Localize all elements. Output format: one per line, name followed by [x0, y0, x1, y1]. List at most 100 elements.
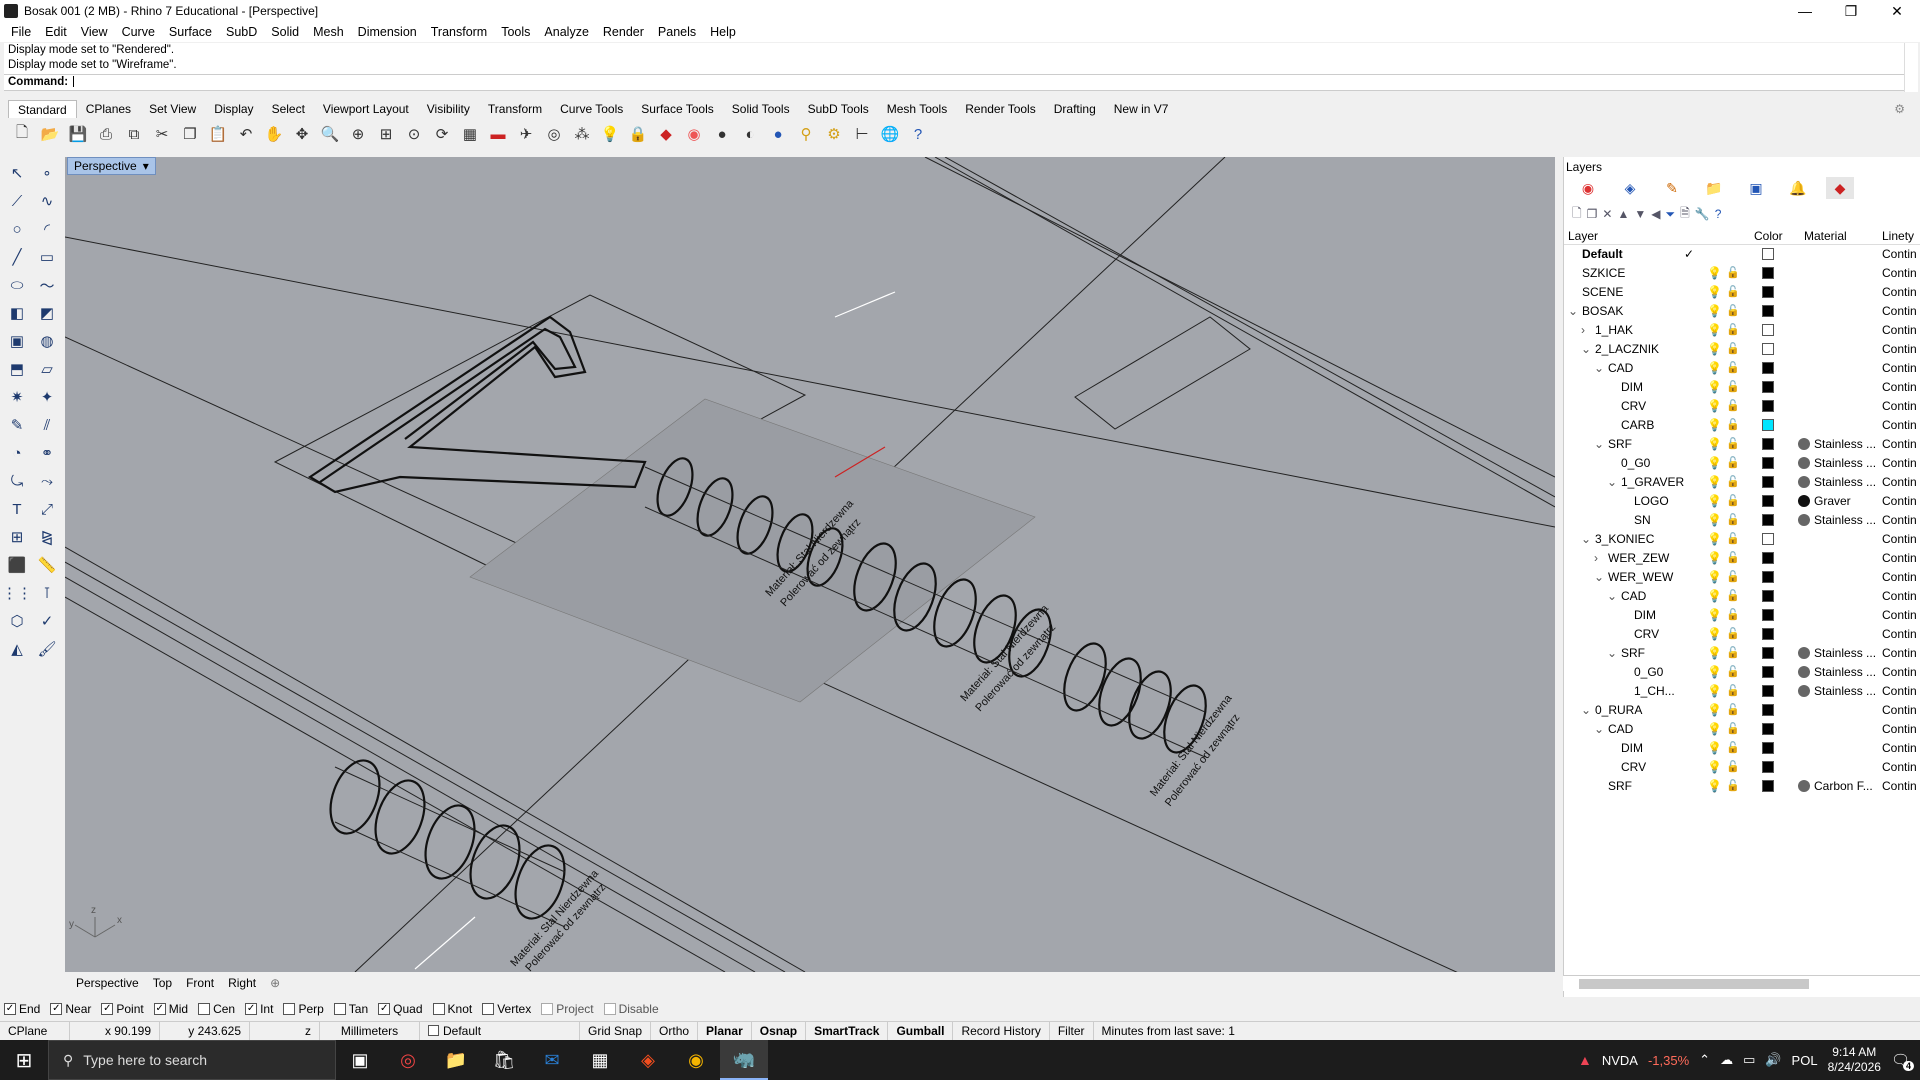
layer-linetype[interactable]: Contin — [1882, 323, 1917, 337]
layer-linetype[interactable]: Contin — [1882, 741, 1917, 755]
move-parent-icon[interactable]: ◀ — [1651, 207, 1660, 221]
chevron-right-icon[interactable]: › — [1581, 323, 1585, 337]
ellipse-icon[interactable]: ⬭ — [4, 272, 30, 298]
layer-row[interactable]: CRV 💡 🔓 Contin — [1564, 397, 1920, 416]
layer-linetype[interactable]: Contin — [1882, 456, 1917, 470]
layer-name[interactable]: 0_G0 — [1634, 665, 1663, 679]
layer-material[interactable]: Stainless ... — [1798, 475, 1878, 489]
store-icon[interactable]: 🛍 — [480, 1040, 528, 1080]
layer-material[interactable]: Carbon F... — [1798, 779, 1878, 793]
cplane-icon[interactable]: ◎ — [542, 122, 566, 146]
tab-drafting[interactable]: Drafting — [1045, 100, 1105, 118]
boolean-union-icon[interactable]: ✦ — [34, 384, 60, 410]
clock[interactable]: 9:14 AM 8/24/2026 — [1828, 1045, 1881, 1075]
tab-surface-tools[interactable]: Surface Tools — [632, 100, 723, 118]
menu-file[interactable]: File — [4, 25, 38, 39]
menu-tools[interactable]: Tools — [494, 25, 537, 39]
render-sphere-icon[interactable]: ● — [710, 122, 734, 146]
menu-view[interactable]: View — [74, 25, 115, 39]
layer-name[interactable]: SRF — [1608, 437, 1632, 451]
help-icon[interactable]: ? — [906, 122, 930, 146]
tab-standard[interactable]: Standard — [8, 100, 77, 118]
notification-icon[interactable]: 🗨 4 — [1891, 1051, 1914, 1071]
layer-name[interactable]: SN — [1634, 513, 1651, 527]
layer-material[interactable]: Graver — [1798, 494, 1878, 508]
layer-color-swatch[interactable] — [1762, 723, 1774, 735]
lock-icon[interactable]: 🔓 — [1726, 304, 1740, 317]
calculator-icon[interactable]: ▦ — [576, 1040, 624, 1080]
lock-icon[interactable]: 🔓 — [1726, 570, 1740, 583]
display-tab-icon[interactable]: ▣ — [1742, 177, 1770, 199]
command-history[interactable]: Display mode set to "Rendered". Display … — [4, 43, 1904, 74]
paste-icon[interactable]: 📋 — [206, 122, 230, 146]
chevron-down-icon[interactable]: ⌄ — [1581, 703, 1591, 717]
tab-select[interactable]: Select — [263, 100, 314, 118]
chevron-down-icon[interactable]: ⌄ — [1581, 532, 1591, 546]
language-indicator[interactable]: POL — [1792, 1053, 1818, 1068]
layer-color-swatch[interactable] — [1762, 286, 1774, 298]
checkbox[interactable] — [198, 1003, 211, 1015]
surface-icon[interactable]: ◧ — [4, 300, 30, 326]
mirror-icon[interactable]: ⧎ — [34, 524, 60, 550]
layer-icon[interactable]: ◆ — [654, 122, 678, 146]
zoom-icon[interactable]: 🔍 — [318, 122, 342, 146]
layer-name[interactable]: DIM — [1621, 741, 1643, 755]
new-layer-icon[interactable]: 🗋 — [1572, 204, 1582, 225]
material-sphere-icon[interactable]: ● — [766, 122, 790, 146]
menu-edit[interactable]: Edit — [38, 25, 74, 39]
units[interactable]: Millimeters — [320, 1021, 420, 1040]
layer-row[interactable]: 0_G0 💡 🔓 Stainless ... Contin — [1564, 663, 1920, 682]
checkbox[interactable] — [283, 1003, 296, 1015]
network-icon[interactable]: ▭ — [1743, 1052, 1755, 1068]
plane-surface-icon[interactable]: ▱ — [34, 356, 60, 382]
viewport-layout-icon[interactable]: ▦ — [458, 122, 482, 146]
layer-name[interactable]: CARB — [1621, 418, 1654, 432]
layer-color-swatch[interactable] — [1762, 780, 1774, 792]
layer-row[interactable]: SZKICE 💡 🔓 Contin — [1564, 264, 1920, 283]
chevron-right-icon[interactable]: › — [1594, 551, 1598, 565]
chevron-down-icon[interactable]: ▾ — [143, 158, 149, 174]
layer-row[interactable]: › 1_HAK 💡 🔓 Contin — [1564, 321, 1920, 340]
filter-icon[interactable]: ⏷ — [1666, 207, 1676, 222]
tab-curve-tools[interactable]: Curve Tools — [551, 100, 632, 118]
layer-linetype[interactable]: Contin — [1882, 266, 1917, 280]
lock-icon[interactable]: 🔓 — [1726, 532, 1740, 545]
layer-name[interactable]: LOGO — [1634, 494, 1669, 508]
layer-linetype[interactable]: Contin — [1882, 399, 1917, 413]
layer-color-swatch[interactable] — [1762, 381, 1774, 393]
tab-viewport-layout[interactable]: Viewport Layout — [314, 100, 418, 118]
move-down-icon[interactable]: ▼ — [1634, 207, 1646, 221]
car-icon[interactable]: ▬ — [486, 122, 510, 146]
layer-row[interactable]: ⌄ CAD 💡 🔓 Contin — [1564, 720, 1920, 739]
gear-icon[interactable]: ⚙ — [1885, 100, 1914, 118]
light-bulb-icon[interactable]: 💡 — [1707, 399, 1722, 413]
command-line[interactable]: Command: — [4, 74, 1904, 91]
layer-material[interactable]: Stainless ... — [1798, 665, 1878, 679]
file-explorer-icon[interactable]: 📁 — [432, 1040, 480, 1080]
command-scrollbar[interactable] — [1904, 43, 1918, 92]
osnap-disable[interactable]: Disable — [603, 1002, 659, 1016]
zoom-selected-icon[interactable]: ⊙ — [402, 122, 426, 146]
chevron-down-icon[interactable]: ⌄ — [1607, 589, 1617, 603]
light-bulb-icon[interactable]: 💡 — [1707, 589, 1722, 603]
layer-linetype[interactable]: Contin — [1882, 494, 1917, 508]
light-bulb-icon[interactable]: 💡 — [1707, 285, 1722, 299]
light-bulb-icon[interactable]: 💡 — [1707, 418, 1722, 432]
checkbox[interactable] — [482, 1003, 495, 1015]
lock-icon[interactable]: 🔓 — [1726, 513, 1740, 526]
boolean-icon[interactable]: ◍ — [34, 328, 60, 354]
menu-panels[interactable]: Panels — [651, 25, 703, 39]
chevron-up-icon[interactable]: ⌃ — [1699, 1052, 1710, 1068]
text-icon[interactable]: T — [4, 496, 30, 522]
light-bulb-icon[interactable]: 💡 — [1707, 342, 1722, 356]
layer-color-swatch[interactable] — [1762, 552, 1774, 564]
tab-render-tools[interactable]: Render Tools — [956, 100, 1045, 118]
light-bulb-icon[interactable]: 💡 — [1707, 513, 1722, 527]
layer-color-swatch[interactable] — [1762, 305, 1774, 317]
check-icon[interactable]: ✓ — [34, 608, 60, 634]
color-wheel-tab-icon[interactable]: ◉ — [1574, 177, 1602, 199]
layer-linetype[interactable]: Contin — [1882, 551, 1917, 565]
rotate-view-icon[interactable]: ⟳ — [430, 122, 454, 146]
light-bulb-icon[interactable]: 💡 — [1707, 760, 1722, 774]
light-bulb-icon[interactable]: 💡 — [1707, 494, 1722, 508]
